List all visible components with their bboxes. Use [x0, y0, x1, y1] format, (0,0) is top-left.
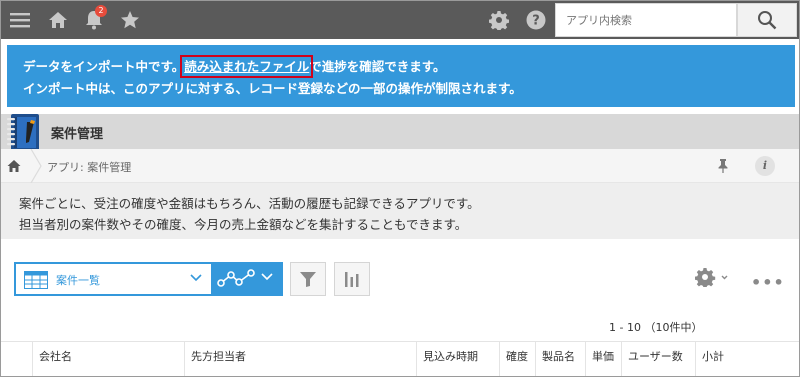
gear-icon[interactable] [486, 7, 512, 33]
pin-icon[interactable] [717, 158, 729, 174]
view-selector[interactable]: 案件一覧 [14, 262, 211, 296]
app-search-input[interactable] [555, 3, 737, 37]
app-title: 案件管理 [51, 127, 104, 142]
breadcrumb: アプリ: 案件管理 i [1, 149, 799, 183]
view-label: 案件一覧 [56, 274, 100, 287]
app-header: 案件管理 [1, 114, 799, 149]
graph-selector-button[interactable] [211, 262, 283, 296]
more-options-icon[interactable]: ••• [751, 273, 785, 292]
chevron-down-icon [261, 273, 273, 281]
home-icon[interactable] [45, 7, 71, 33]
filter-icon [300, 272, 316, 287]
column-header-company[interactable]: 会社名 [32, 342, 184, 376]
notice-line-2: インポート中は、このアプリに対する、レコード登録などの一部の操作が制限されます。 [23, 81, 522, 96]
column-header-subtotal[interactable]: 小計 [695, 342, 735, 376]
column-header-expected-period[interactable]: 見込み時期 [416, 342, 499, 376]
column-header-contact[interactable]: 先方担当者 [184, 342, 416, 376]
filter-button[interactable] [290, 262, 326, 296]
graph-button[interactable] [334, 262, 370, 296]
breadcrumb-app[interactable]: アプリ: 案件管理 [47, 159, 131, 175]
svg-text:?: ? [532, 14, 540, 29]
notice-line-1: データをインポート中です。読み込まれたファイルで進捗を確認できます。 [23, 55, 446, 78]
search-icon [758, 11, 777, 30]
global-header: 2 ? [1, 1, 799, 39]
search-button[interactable] [737, 3, 797, 37]
info-icon[interactable]: i [755, 156, 775, 176]
notification-badge: 2 [95, 5, 107, 17]
column-header-probability[interactable]: 確度 [499, 342, 535, 376]
help-icon[interactable]: ? [523, 7, 549, 33]
app-notebook-icon [7, 114, 39, 151]
bar-chart-icon [345, 272, 359, 287]
chevron-down-icon [190, 274, 202, 282]
list-view-icon [24, 271, 48, 289]
record-table-header: 会社名 先方担当者 見込み時期 確度 製品名 単価 ユーザー数 小計 [1, 341, 799, 376]
description-line-2: 担当者別の案件数やその確度、今月の売上金額などを集計することもできます。 [19, 217, 468, 232]
breadcrumb-separator [30, 149, 42, 183]
menu-icon[interactable] [7, 7, 33, 33]
import-notice-banner: データをインポート中です。読み込まれたファイルで進捗を確認できます。 インポート… [7, 45, 795, 107]
pagination-info: 1 - 10 （10件中） [609, 321, 703, 334]
app-window: 2 ? データをインポート中です。読み込まれたファイルで進捗を確認できます。 イ… [0, 0, 800, 377]
loaded-files-link[interactable]: 読み込まれたファイル [180, 55, 314, 78]
star-icon[interactable] [117, 7, 143, 33]
description-line-1: 案件ごとに、受注の確度や金額はもちろん、活動の履歴も記録できるアプリです。 [19, 196, 480, 211]
column-header-unit-price[interactable]: 単価 [585, 342, 621, 376]
line-graph-icon [217, 269, 255, 287]
breadcrumb-home-icon[interactable] [7, 159, 21, 173]
app-description: 案件ごとに、受注の確度や金額はもちろん、活動の履歴も記録できるアプリです。 担当… [1, 183, 799, 239]
column-header-product[interactable]: 製品名 [535, 342, 585, 376]
view-settings-gear-icon[interactable] [695, 267, 729, 287]
column-header-user-count[interactable]: ユーザー数 [621, 342, 695, 376]
